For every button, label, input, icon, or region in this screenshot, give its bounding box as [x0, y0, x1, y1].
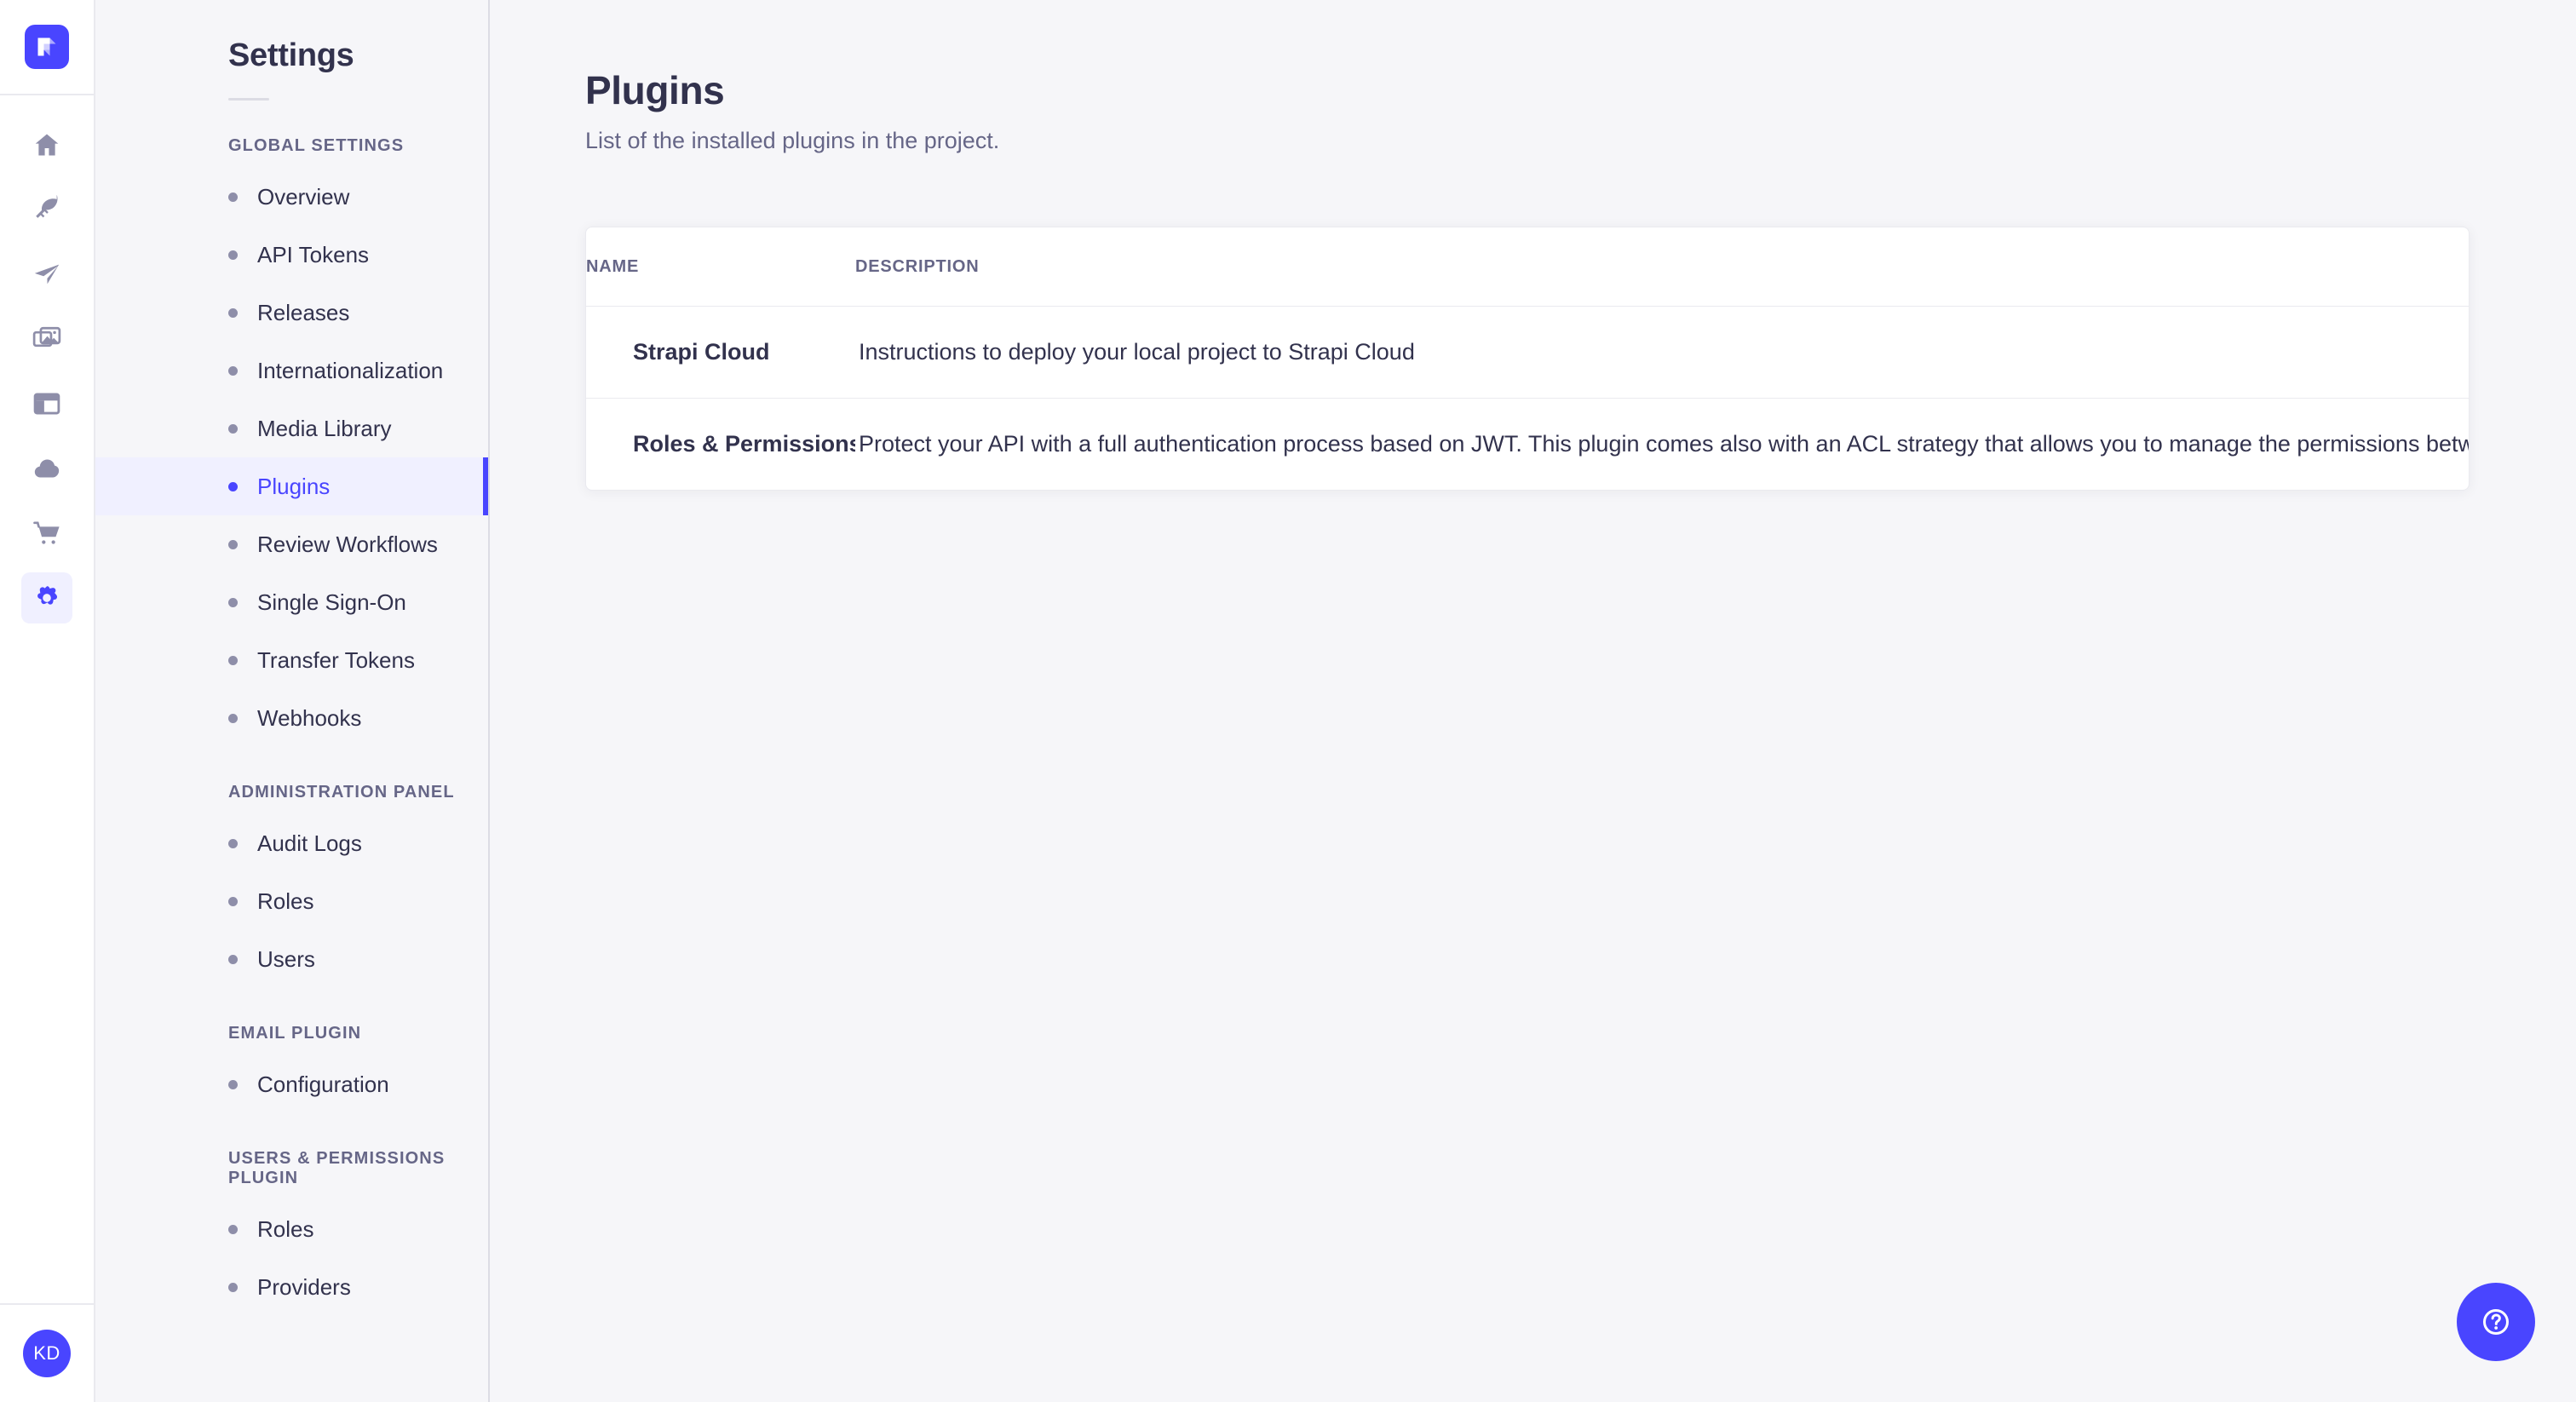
paper-plane-icon[interactable]: [21, 249, 72, 300]
bullet-icon: [228, 713, 238, 723]
bullet-icon: [228, 838, 238, 848]
plugins-table: NAME DESCRIPTION Strapi Cloud Instruction…: [586, 227, 2469, 490]
bullet-icon: [228, 1224, 238, 1234]
page-subtitle: List of the installed plugins in the pro…: [585, 128, 1000, 154]
sidebar-item-internationalization[interactable]: Internationalization: [95, 342, 488, 399]
avatar[interactable]: KD: [23, 1330, 71, 1377]
sidebar-item-label: Internationalization: [257, 357, 444, 383]
sidebar-item-providers[interactable]: Providers: [95, 1258, 488, 1316]
sidebar-item-label: Providers: [257, 1273, 351, 1300]
sidebar-item-label: Transfer Tokens: [257, 646, 415, 673]
main-content: Plugins List of the installed plugins in…: [490, 0, 2576, 1402]
bullet-icon: [228, 307, 238, 318]
bullet-icon: [228, 250, 238, 260]
plugins-table-head: NAME DESCRIPTION: [586, 227, 2469, 307]
column-header-name: NAME: [586, 227, 855, 307]
sidebar-section-list: Audit Logs Roles Users: [95, 814, 488, 988]
bullet-icon: [228, 896, 238, 906]
sidebar-item-audit-logs[interactable]: Audit Logs: [95, 814, 488, 872]
sidebar-item-transfer-tokens[interactable]: Transfer Tokens: [95, 631, 488, 689]
plugins-card: NAME DESCRIPTION Strapi Cloud Instruction…: [585, 227, 2470, 491]
sidebar-item-review-workflows[interactable]: Review Workflows: [95, 515, 488, 573]
main-icon-rail: KD: [0, 0, 95, 1402]
plugin-name-cell: Strapi Cloud: [586, 306, 855, 399]
bullet-icon: [228, 655, 238, 665]
app-root: KD Settings GLOBAL SETTINGS Overview API T…: [0, 0, 2576, 1402]
images-icon[interactable]: [21, 313, 72, 365]
sidebar-item-label: Overview: [257, 183, 350, 210]
table-row[interactable]: Strapi Cloud Instructions to deploy your …: [586, 306, 2469, 399]
shopping-cart-icon[interactable]: [21, 508, 72, 559]
sidebar-item-label: API Tokens: [257, 241, 370, 267]
rail-footer: KD: [0, 1303, 94, 1402]
sidebar-section-list: Roles Providers: [95, 1200, 488, 1316]
sidebar-section: USERS & PERMISSIONS PLUGIN Roles Providers: [95, 1149, 488, 1316]
sidebar-section-title: EMAIL PLUGIN: [228, 1024, 362, 1043]
sidebar-item-users[interactable]: Users: [95, 930, 488, 988]
sidebar-item-configuration[interactable]: Configuration: [95, 1055, 488, 1113]
sidebar-item-label: Releases: [257, 299, 350, 325]
page-title: Plugins: [585, 68, 725, 112]
sidebar-item-label: Audit Logs: [257, 830, 362, 856]
sidebar-item-roles[interactable]: Roles: [95, 1200, 488, 1258]
sidebar-section-list: Configuration: [95, 1055, 488, 1113]
page-header: Plugins List of the installed plugins in…: [490, 0, 2576, 154]
bullet-icon: [228, 597, 238, 607]
sidebar-item-label: Plugins: [257, 473, 331, 499]
sidebar-item-roles[interactable]: Roles: [95, 872, 488, 930]
sidebar-item-label: Roles: [257, 1215, 314, 1242]
settings-title-divider: [228, 98, 269, 101]
settings-sidebar-header: Settings: [95, 0, 488, 101]
plugins-table-body: Strapi Cloud Instructions to deploy your …: [586, 306, 2469, 490]
settings-title: Settings: [228, 37, 354, 73]
layout-icon[interactable]: [21, 378, 72, 429]
bullet-icon: [228, 1282, 238, 1292]
sidebar-item-single-sign-on[interactable]: Single Sign-On: [95, 573, 488, 631]
sidebar-section-list: Overview API Tokens Releases Internationali…: [95, 168, 488, 747]
sidebar-item-label: Review Workflows: [257, 531, 438, 557]
sidebar-section: GLOBAL SETTINGS Overview API Tokens Release…: [95, 136, 488, 747]
sidebar-section: ADMINISTRATION PANEL Audit Logs Roles Users: [95, 783, 488, 988]
sidebar-item-label: Users: [257, 945, 315, 972]
sidebar-section-title: USERS & PERMISSIONS PLUGIN: [228, 1149, 446, 1187]
table-header-row: NAME DESCRIPTION: [586, 227, 2469, 307]
bullet-icon: [228, 954, 238, 964]
bullet-icon: [228, 192, 238, 202]
bullet-icon: [228, 423, 238, 434]
sidebar-item-overview[interactable]: Overview: [95, 168, 488, 226]
plugin-description-cell: Protect your API with a full authenticat…: [859, 431, 2469, 457]
sidebar-item-api-tokens[interactable]: API Tokens: [95, 226, 488, 284]
sidebar-item-plugins[interactable]: Plugins: [95, 457, 488, 515]
strapi-logo-icon[interactable]: [25, 25, 69, 69]
bullet-icon: [228, 365, 238, 376]
sidebar-item-label: Webhooks: [257, 704, 362, 731]
sidebar-section-title: ADMINISTRATION PANEL: [228, 783, 455, 802]
cloud-icon[interactable]: [21, 443, 72, 494]
sidebar-item-releases[interactable]: Releases: [95, 284, 488, 342]
sidebar-item-label: Configuration: [257, 1071, 389, 1097]
rail-nav-items: [21, 95, 72, 623]
feather-icon[interactable]: [21, 184, 72, 235]
sidebar-item-webhooks[interactable]: Webhooks: [95, 689, 488, 747]
bullet-icon: [228, 539, 238, 549]
sidebar-section: EMAIL PLUGIN Configuration: [95, 1024, 488, 1113]
sidebar-item-label: Single Sign-On: [257, 589, 406, 615]
home-icon[interactable]: [21, 119, 72, 170]
question-mark-circle-icon: [2483, 1309, 2509, 1335]
brand-logo-container: [0, 0, 94, 95]
plugin-description-cell: Instructions to deploy your local projec…: [855, 306, 2469, 399]
bullet-icon: [228, 481, 238, 491]
bullet-icon: [228, 1079, 238, 1089]
gear-icon[interactable]: [21, 572, 72, 623]
sidebar-item-media-library[interactable]: Media Library: [95, 399, 488, 457]
table-row[interactable]: Roles & Permissions Protect your API with…: [586, 398, 2469, 490]
settings-sidebar-sections: GLOBAL SETTINGS Overview API Tokens Release…: [95, 136, 488, 1316]
sidebar-item-label: Roles: [257, 888, 314, 914]
help-button[interactable]: [2457, 1283, 2535, 1361]
settings-sidebar: Settings GLOBAL SETTINGS Overview API Toke…: [95, 0, 490, 1402]
sidebar-section-title: GLOBAL SETTINGS: [228, 136, 405, 155]
column-header-description: DESCRIPTION: [855, 227, 2469, 307]
sidebar-item-label: Media Library: [257, 415, 392, 441]
plugin-name-cell: Roles & Permissions: [633, 431, 855, 457]
